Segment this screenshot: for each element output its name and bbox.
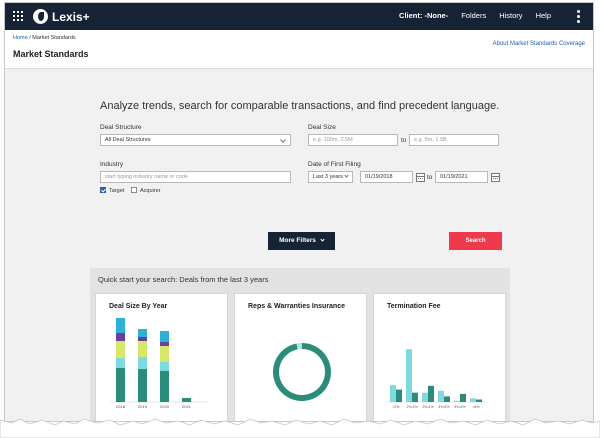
date-from-input[interactable]: 01/19/2018 <box>360 171 413 183</box>
about-coverage-link[interactable]: About Market Standards Coverage <box>493 41 585 47</box>
app-window: Lexis+ Client: -None- Folders History He… <box>4 2 594 422</box>
bar <box>422 392 428 402</box>
bar-segment <box>160 362 169 371</box>
x-tick-label: 2019 <box>138 404 148 409</box>
deal-size-label: Deal Size <box>308 124 336 131</box>
more-filters-button[interactable]: More Filters <box>268 232 335 250</box>
torn-edge <box>0 418 600 438</box>
date-until-input[interactable]: 01/19/2021 <box>435 171 488 183</box>
search-button[interactable]: Search <box>449 232 502 250</box>
industry-input[interactable]: start typing industry name or code <box>100 171 291 183</box>
deal-size-chart: 2018 2019 2020 2021 <box>110 318 208 409</box>
quick-start-panel: Quick start your search: Deals from the … <box>90 268 510 421</box>
x-tick-label: 2%-3% <box>407 405 418 409</box>
calendar-icon[interactable] <box>491 173 500 182</box>
chevron-down-icon <box>320 237 325 242</box>
industry-label: Industry <box>100 161 124 168</box>
bar <box>454 400 460 402</box>
deal-structure-value: All Deal Structures <box>105 137 151 143</box>
termination-fee-chart: <2% 2%-3% 3%-4% 4%-5% 5%-6% >6% <box>386 349 488 409</box>
bar-segment <box>116 358 125 368</box>
deal-structure-select[interactable]: All Deal Structures <box>100 134 291 146</box>
bar-segment <box>138 337 147 341</box>
deal-size-min-input[interactable]: e.g. 100m, 2.5M <box>308 134 398 146</box>
bar-segment <box>182 398 191 402</box>
history-link[interactable]: History <box>499 11 522 20</box>
acquirer-checkbox-label: Acquirer <box>140 188 161 194</box>
reps-warranties-chart <box>273 343 331 401</box>
reps-warranties-card[interactable]: Reps & Warranties Insurance <box>234 293 367 421</box>
page-header: Home / Market Standards Market Standards… <box>5 30 593 69</box>
more-options-icon[interactable] <box>577 10 580 23</box>
bar <box>438 390 444 402</box>
help-link[interactable]: Help <box>536 11 551 20</box>
x-tick-label: 4%-5% <box>439 405 450 409</box>
client-selector[interactable]: Client: -None- <box>399 11 448 20</box>
bar <box>460 393 466 402</box>
bar-segment <box>138 329 147 337</box>
bar-segment <box>160 342 169 346</box>
bar-segment <box>160 371 169 402</box>
target-checkbox[interactable] <box>100 187 106 193</box>
x-tick-label: >6% <box>473 405 480 409</box>
bar-segment <box>116 318 125 333</box>
bar-segment <box>138 369 147 402</box>
breadcrumb-current: Market Standards <box>32 35 76 41</box>
x-tick-label: 5%-6% <box>455 405 466 409</box>
bar-segment <box>138 341 147 357</box>
page-title: Market Standards <box>13 49 89 59</box>
target-checkbox-label: Target <box>109 188 125 194</box>
bar <box>444 396 450 402</box>
more-filters-label: More Filters <box>279 237 316 244</box>
breadcrumb: Home / Market Standards <box>13 35 76 41</box>
calendar-icon[interactable] <box>416 173 425 182</box>
lexis-logo-icon <box>33 9 48 24</box>
bar <box>406 349 412 402</box>
lexis-logo[interactable]: Lexis+ <box>33 7 90 26</box>
bar-segment <box>116 368 125 402</box>
x-tick-label: <2% <box>393 405 400 409</box>
bar-segment <box>116 333 125 341</box>
x-tick-label: 2021 <box>182 404 192 409</box>
chevron-down-icon <box>344 173 349 178</box>
bar-segment <box>160 331 169 342</box>
bar-segment <box>160 346 169 362</box>
termination-fee-card[interactable]: Termination Fee <2% 2%-3% 3%-4% 4%-5% 5%-6% >… <box>373 293 506 421</box>
deal-structure-label: Deal Structure <box>100 124 142 131</box>
app-grid-icon[interactable] <box>13 11 23 21</box>
top-nav-links: Client: -None- Folders History Help <box>386 11 551 20</box>
bar <box>476 399 482 402</box>
deal-size-card[interactable]: Deal Size By Year 2018 2019 2020 2021 <box>95 293 228 421</box>
x-tick-label: 2018 <box>116 404 126 409</box>
folders-link[interactable]: Folders <box>461 11 486 20</box>
bar <box>470 398 476 402</box>
date-range-value: Last 3 years <box>313 174 343 180</box>
acquirer-checkbox[interactable] <box>131 187 137 193</box>
x-tick-label: 3%-4% <box>423 405 434 409</box>
x-tick-label: 2020 <box>160 404 170 409</box>
chevron-down-icon <box>280 137 286 143</box>
bar <box>428 385 434 402</box>
date-filing-label: Date of First Filing <box>308 161 361 168</box>
quick-start-title: Quick start your search: Deals from the … <box>98 275 269 284</box>
bar <box>390 385 396 402</box>
bar <box>412 392 418 402</box>
deal-size-max-input[interactable]: e.g. 5m, 1.5B <box>409 134 499 146</box>
search-headline: Analyze trends, search for comparable tr… <box>100 100 500 112</box>
date-range-select[interactable]: Last 3 years <box>308 171 353 183</box>
date-to-label: to <box>427 174 433 181</box>
bar <box>396 389 402 402</box>
bar-segment <box>116 341 125 358</box>
bar-segment <box>138 357 147 369</box>
app-name: Lexis+ <box>52 9 90 24</box>
breadcrumb-home-link[interactable]: Home <box>13 35 28 41</box>
top-navigation-bar: Lexis+ Client: -None- Folders History He… <box>5 3 593 30</box>
deal-size-to-label: to <box>401 137 407 144</box>
donut-slice <box>273 343 331 401</box>
